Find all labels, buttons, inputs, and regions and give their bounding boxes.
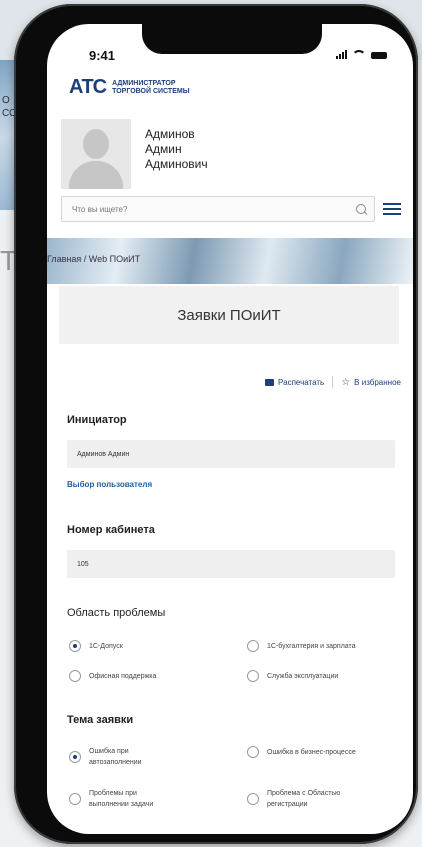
page-title: Заявки ПОиИТ <box>177 306 281 324</box>
star-icon: ☆ <box>341 376 351 388</box>
user-patronymic: Админович <box>145 157 208 171</box>
problem-area-label: Область проблемы <box>67 607 166 619</box>
avatar-head-shape <box>83 129 109 159</box>
page-title-box: Заявки ПОиИТ <box>59 286 399 344</box>
office-number-field[interactable] <box>67 550 395 578</box>
request-topic-label: Тема заявки <box>67 714 134 726</box>
radio-option[interactable]: Проблема с Областью регистрации <box>247 788 367 810</box>
radio-label: Проблемы при выполнении задачи <box>89 790 154 808</box>
radio-button[interactable] <box>247 670 259 682</box>
initiator-label: Инициатор <box>67 414 127 426</box>
avatar-body-shape <box>69 161 123 189</box>
print-icon <box>265 378 275 386</box>
radio-option[interactable]: Проблемы при выполнении задачи <box>69 788 169 810</box>
radio-label: Ошибка в бизнес-процессе <box>267 748 356 756</box>
logo-line-1: АДМИНИСТРАТОР <box>112 79 176 87</box>
radio-button[interactable] <box>247 793 259 805</box>
favorite-button[interactable]: ☆ В избранное <box>341 377 401 388</box>
radio-option[interactable]: 1С-бухгалтерия и зарплата <box>247 640 356 652</box>
breadcrumb[interactable]: Главная / Web ПОиИТ <box>47 254 140 264</box>
radio-option[interactable]: Ошибка при автозаполнении <box>69 746 169 768</box>
radio-label: Ошибка при автозаполнении <box>89 748 142 766</box>
system-icons <box>336 50 387 59</box>
status-time: 9:41 <box>89 48 116 63</box>
print-button[interactable]: Распечатать <box>265 378 324 387</box>
radio-button[interactable] <box>69 793 81 805</box>
logo-text: АДМИНИСТРАТОР ТОРГОВОЙ СИСТЕМЫ <box>112 80 189 96</box>
initiator-field[interactable] <box>67 440 395 468</box>
radio-button-checked[interactable] <box>69 640 81 652</box>
radio-option[interactable]: 1С-Допуск <box>69 640 123 652</box>
user-last-name: Админов <box>145 127 195 141</box>
search-row <box>61 196 401 222</box>
radio-label: Офисная поддержка <box>89 672 157 680</box>
wifi-icon <box>352 50 366 59</box>
background-text-fragment: О <box>2 95 10 106</box>
search-icon[interactable] <box>356 204 366 214</box>
company-logo[interactable]: АТС АДМИНИСТРАТОР ТОРГОВОЙ СИСТЕМЫ <box>69 76 190 99</box>
user-profile: Админов Админ Админович <box>61 119 208 189</box>
print-label: Распечатать <box>278 377 325 387</box>
user-full-name: Админов Админ Админович <box>145 119 208 189</box>
avatar[interactable] <box>61 119 131 189</box>
signal-icon <box>336 50 347 59</box>
radio-option[interactable]: Офисная поддержка <box>69 670 156 682</box>
user-first-name: Админ <box>145 142 182 156</box>
search-input[interactable] <box>70 203 314 215</box>
radio-button[interactable] <box>247 640 259 652</box>
radio-button-checked[interactable] <box>69 751 81 763</box>
phone-frame: 9:41 АТС АДМИНИСТРАТОР ТОРГОВОЙ СИСТЕМЫ <box>14 4 418 844</box>
logo-mark: АТС <box>69 76 107 98</box>
phone-screen: 9:41 АТС АДМИНИСТРАТОР ТОРГОВОЙ СИСТЕМЫ <box>47 24 413 834</box>
logo-line-2: ТОРГОВОЙ СИСТЕМЫ <box>112 87 190 95</box>
actions-divider <box>332 376 334 388</box>
radio-option[interactable]: Ошибка в бизнес-процессе <box>247 746 356 758</box>
radio-button[interactable] <box>247 746 259 758</box>
radio-label: Проблема с Областью регистрации <box>267 790 341 808</box>
page-actions: Распечатать ☆ В избранное <box>265 376 401 388</box>
battery-icon <box>371 52 387 59</box>
radio-label: 1С-бухгалтерия и зарплата <box>267 642 356 650</box>
office-number-label: Номер кабинета <box>67 524 155 536</box>
radio-label: 1С-Допуск <box>89 642 123 650</box>
radio-option[interactable]: Служба эксплуатации <box>247 670 338 682</box>
search-box <box>61 196 375 222</box>
radio-button[interactable] <box>69 670 81 682</box>
phone-notch <box>142 24 322 54</box>
radio-label: Служба эксплуатации <box>267 672 339 680</box>
favorite-label: В избранное <box>354 377 401 387</box>
select-user-link[interactable]: Выбор пользователя <box>67 480 152 489</box>
menu-icon[interactable] <box>383 203 401 215</box>
